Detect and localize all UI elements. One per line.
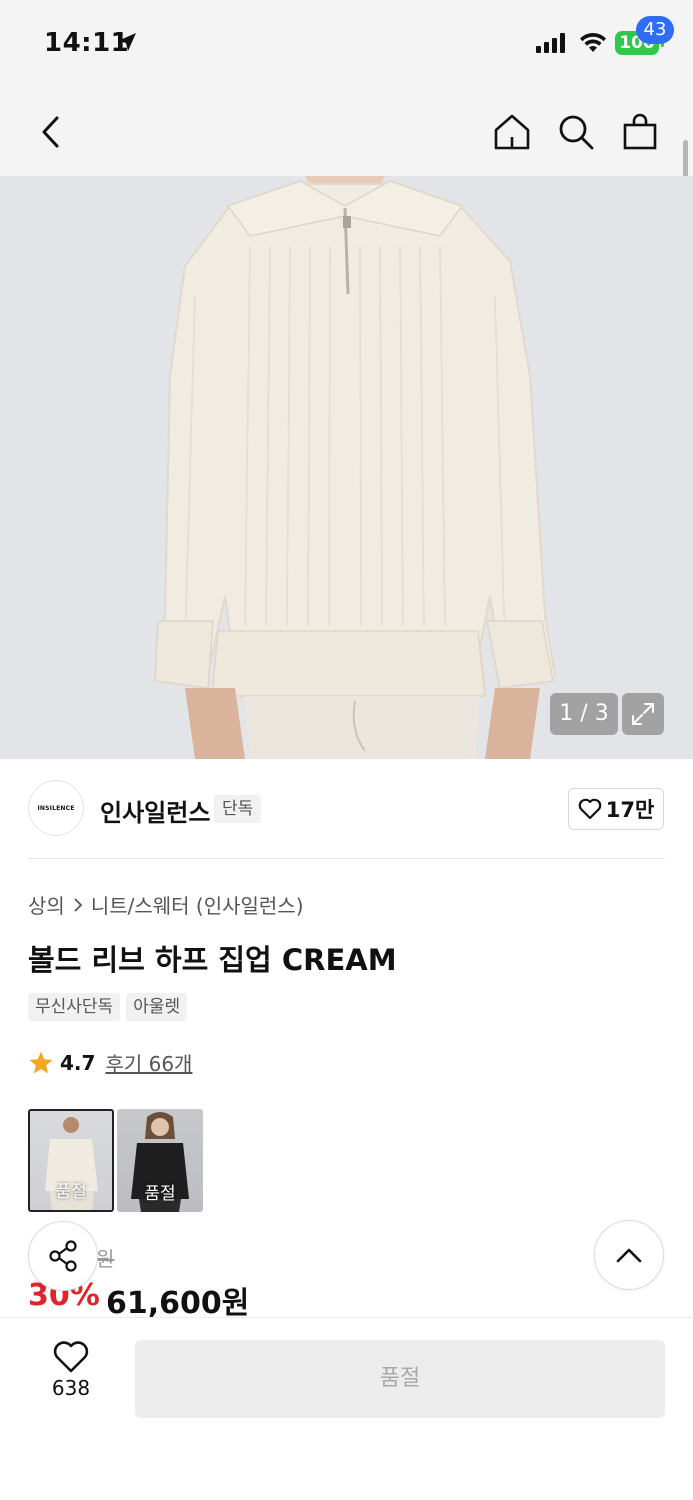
exclusive-badge: 단독 bbox=[214, 795, 262, 823]
cart-count-badge: 43 bbox=[636, 16, 674, 44]
chevron-up-icon bbox=[616, 1248, 642, 1263]
location-arrow-icon bbox=[118, 33, 136, 51]
rating-value: 4.7 bbox=[60, 1050, 96, 1075]
product-tag: 무신사단독 bbox=[28, 993, 121, 1021]
product-title: 볼드 리브 하프 집업 CREAM bbox=[28, 943, 397, 977]
sale-price: 61,600원 bbox=[106, 1286, 250, 1321]
share-icon bbox=[49, 1240, 77, 1272]
rating-row: 4.7 후기 66개 bbox=[28, 1048, 192, 1077]
wishlist-button[interactable]: 638 bbox=[36, 1340, 106, 1412]
color-option-black[interactable]: 품절 bbox=[117, 1109, 203, 1212]
heart-icon bbox=[578, 798, 602, 820]
heart-icon bbox=[53, 1341, 89, 1373]
chevron-right-icon bbox=[74, 897, 83, 912]
expand-icon bbox=[632, 703, 654, 725]
brand-name[interactable]: 인사일런스 bbox=[100, 793, 210, 828]
soldout-label: 품절 bbox=[144, 1184, 176, 1204]
cellular-signal-icon bbox=[536, 33, 565, 53]
search-icon bbox=[559, 115, 594, 150]
wifi-icon bbox=[580, 32, 606, 52]
image-counter: 1 / 3 bbox=[550, 693, 618, 735]
product-tag: 아울렛 bbox=[126, 993, 188, 1021]
cart-button[interactable] bbox=[616, 88, 664, 176]
color-option-cream[interactable]: 품절 bbox=[28, 1109, 114, 1212]
star-icon bbox=[29, 1051, 53, 1073]
brand-logo[interactable]: INSILENCE bbox=[28, 780, 84, 836]
search-button[interactable] bbox=[552, 88, 600, 176]
share-button[interactable] bbox=[28, 1221, 98, 1291]
home-icon bbox=[494, 114, 530, 150]
sweater-illustration bbox=[0, 176, 693, 759]
status-bar: 14:11 100 bbox=[0, 0, 693, 88]
product-tags: 무신사단독 아울렛 bbox=[28, 993, 188, 1021]
sold-out-button[interactable]: 품절 bbox=[135, 1340, 665, 1418]
product-image[interactable] bbox=[0, 176, 693, 759]
original-price: 원 bbox=[96, 1247, 115, 1271]
breadcrumb-item-subcategory[interactable]: 니트/스웨터 (인사일런스) bbox=[91, 890, 304, 919]
breadcrumb-item-category[interactable]: 상의 bbox=[28, 890, 65, 919]
brand-like-count: 17만 bbox=[605, 798, 655, 822]
review-link[interactable]: 후기 66개 bbox=[105, 1048, 192, 1077]
shopping-bag-icon bbox=[623, 113, 657, 150]
expand-image-button[interactable] bbox=[622, 693, 664, 735]
section-divider bbox=[28, 858, 665, 859]
home-button[interactable] bbox=[488, 88, 536, 176]
chevron-left-icon bbox=[42, 116, 59, 148]
back-button[interactable] bbox=[26, 88, 76, 176]
top-nav-bar bbox=[0, 88, 693, 176]
breadcrumb: 상의 니트/스웨터 (인사일런스) bbox=[28, 890, 304, 919]
soldout-label: 품절 bbox=[55, 1182, 87, 1202]
wishlist-count: 638 bbox=[51, 1376, 91, 1400]
brand-like-button[interactable]: 17만 bbox=[568, 788, 664, 830]
scroll-to-top-button[interactable] bbox=[594, 1220, 664, 1290]
